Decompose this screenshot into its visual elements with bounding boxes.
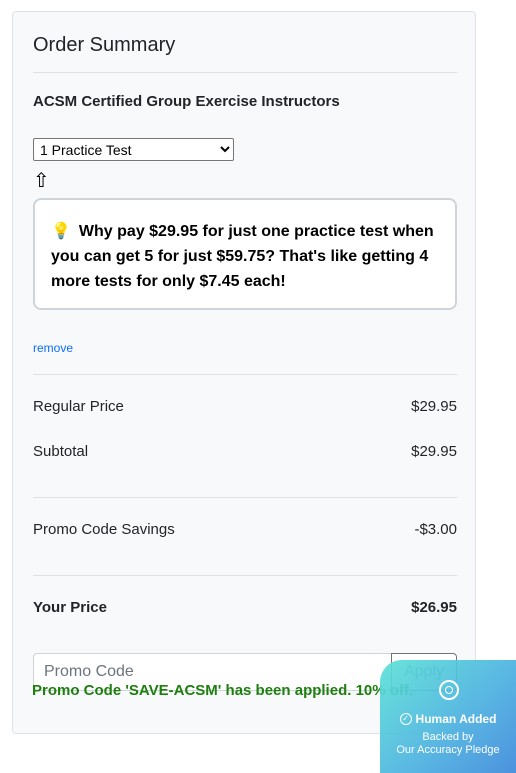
promo-applied-message: Promo Code 'SAVE-ACSM' has been applied.… (32, 682, 414, 699)
pledge-seal-icon (439, 680, 459, 700)
remove-link[interactable]: remove (33, 341, 73, 355)
promo-savings-label: Promo Code Savings (33, 521, 175, 538)
order-summary-card: Order Summary ACSM Certified Group Exerc… (12, 11, 476, 734)
regular-price-row: Regular Price $29.95 (33, 398, 457, 415)
promo-savings-value: -$3.00 (414, 521, 457, 538)
quantity-select[interactable]: 1 Practice Test (33, 138, 234, 161)
badge-line-1: Backed by (422, 731, 474, 743)
lightbulb-icon: 💡 (51, 221, 71, 240)
subtotal-row: Subtotal $29.95 (33, 443, 457, 460)
product-name: ACSM Certified Group Exercise Instructor… (33, 93, 340, 110)
subtotal-label: Subtotal (33, 443, 89, 460)
subtotal-value: $29.95 (411, 443, 457, 460)
check-circle-icon: ✓ (399, 713, 412, 725)
accuracy-pledge-badge[interactable]: ✓ Human Added Backed by Our Accuracy Ple… (380, 660, 516, 773)
badge-headline-text: Human Added (415, 712, 497, 726)
divider (33, 497, 457, 498)
your-price-value: $26.95 (411, 599, 457, 616)
promo-savings-row: Promo Code Savings -$3.00 (33, 521, 457, 538)
regular-price-label: Regular Price (33, 398, 124, 415)
up-arrow-icon: ⇧ (33, 168, 50, 192)
regular-price-value: $29.95 (411, 398, 457, 415)
badge-headline: ✓ Human Added (380, 712, 516, 726)
divider (33, 374, 457, 375)
badge-line-2: Our Accuracy Pledge (396, 744, 500, 756)
your-price-row: Your Price $26.95 (33, 599, 457, 616)
divider (33, 72, 457, 73)
order-summary-title: Order Summary (33, 34, 176, 56)
your-price-label: Your Price (33, 599, 107, 616)
upsell-message: Why pay $29.95 for just one practice tes… (51, 223, 434, 290)
divider (33, 575, 457, 576)
upsell-callout: 💡 Why pay $29.95 for just one practice te… (33, 198, 457, 310)
